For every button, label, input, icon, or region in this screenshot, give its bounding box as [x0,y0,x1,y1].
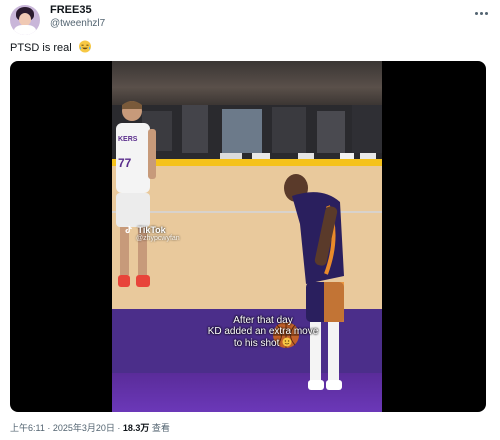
display-name[interactable]: FREE35 [50,4,92,16]
player-kd [284,174,344,390]
caption-line: KD added an extra move [207,326,319,337]
tweet-text: PTSD is real [10,40,92,54]
svg-text:77: 77 [118,156,132,170]
tiktok-watermark: TikTok @zhypcwyfan [124,225,180,242]
tiktok-username: @zhypcwyfan [136,235,180,242]
views-label: 查看 [149,423,170,433]
timestamp[interactable]: 上午6:11 · 2025年3月20日 · [10,423,123,433]
tiktok-logo-icon [125,225,132,234]
player-luka: 77 KERS [116,101,156,287]
more-dot-icon [474,11,478,15]
tiktok-brand-label: TikTok [137,225,166,235]
view-count: 18.3万 [122,423,150,433]
more-options-button[interactable] [472,6,490,20]
video-frame: 77 KERS TikTok @zhypcwyfan After that da… [112,61,382,412]
embedded-video[interactable]: 77 KERS TikTok @zhypcwyfan After that da… [10,61,486,412]
user-handle[interactable]: @tweenhzl7 [50,18,105,29]
tweet-body: PTSD is real [10,42,72,54]
crying-laughing-face-icon [78,40,91,53]
face-icon [282,337,292,347]
avatar-body [14,25,36,35]
more-dot-icon [479,11,483,15]
caption-line-with-emoji: to his shot [168,337,358,349]
svg-text:KERS: KERS [118,136,138,143]
video-caption: After that day KD added an extra move to… [168,315,358,349]
tweet-card: FREE35 @tweenhzl7 PTSD is real 77 KERS T… [0,0,500,440]
avatar[interactable] [10,5,40,35]
caption-line: After that day [233,315,293,326]
tweet-metadata: 上午6:11 · 2025年3月20日 · 18.3万 查看 [10,421,170,434]
more-dot-icon [484,11,488,15]
